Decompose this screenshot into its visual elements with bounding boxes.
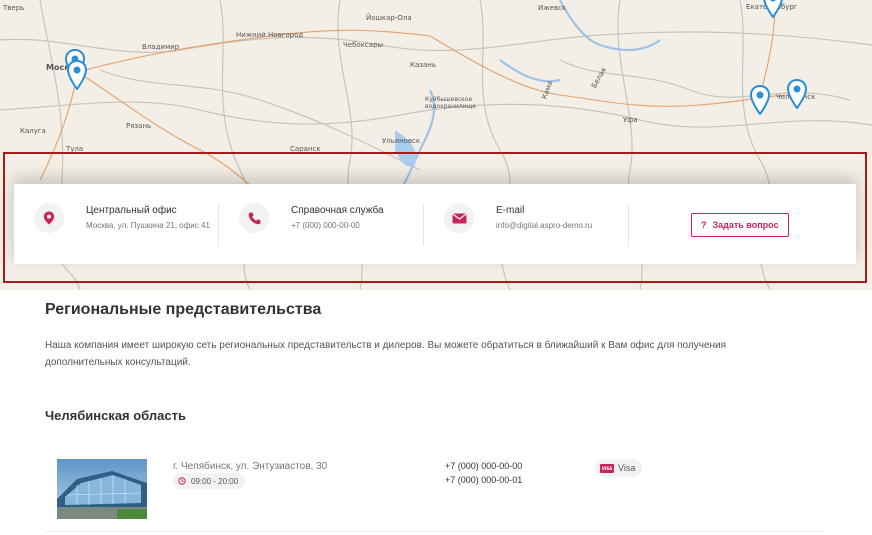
- map-city-label: Уфа: [623, 116, 638, 124]
- map-city-label: Куйбышевское водохранилище: [425, 96, 476, 110]
- office-photo[interactable]: [57, 459, 147, 519]
- map-city-label: Тверь: [3, 4, 25, 12]
- payment-label: Visa: [618, 463, 636, 473]
- map-city-label: Ульяновск: [382, 137, 421, 145]
- map-city-label: Нижний Новгород: [236, 31, 304, 39]
- page-title: Региональные представительства: [45, 301, 322, 318]
- map-city-label: Йошкар-Ола: [366, 14, 412, 22]
- map-city-label: Владимир: [142, 43, 180, 51]
- office-phone[interactable]: +7 (000) 000-00-01: [445, 475, 522, 485]
- highlight-frame: [3, 152, 867, 283]
- office-hours-text: 09:00 - 20:00: [191, 476, 239, 486]
- office-phone[interactable]: +7 (000) 000-00-00: [445, 461, 522, 471]
- office-row[interactable]: г. Челябинск, ул. Энтузиастов, 30 09:00 …: [45, 448, 825, 532]
- payment-badge: VISA Visa: [595, 459, 643, 477]
- visa-card-icon: VISA: [600, 463, 614, 473]
- office-hours: 09:00 - 20:00: [173, 473, 246, 489]
- office-address: г. Челябинск, ул. Энтузиастов, 30: [173, 461, 328, 472]
- map-pin-icon[interactable]: [750, 85, 770, 115]
- map-pin-icon[interactable]: [763, 0, 783, 18]
- map-city-label: Рязань: [126, 122, 152, 130]
- clock-icon: [178, 477, 186, 485]
- map-city-label: Казань: [410, 61, 436, 69]
- region-title: Челябинская область: [45, 408, 186, 423]
- map-city-label: Чебоксары: [343, 41, 384, 49]
- map-city-label: Ижевск: [538, 4, 567, 12]
- map-pin-icon[interactable]: [67, 60, 87, 90]
- map-pin-icon[interactable]: [787, 79, 807, 109]
- page-description: Наша компания имеет широкую сеть региона…: [45, 340, 727, 368]
- map-city-label: Калуга: [20, 127, 46, 135]
